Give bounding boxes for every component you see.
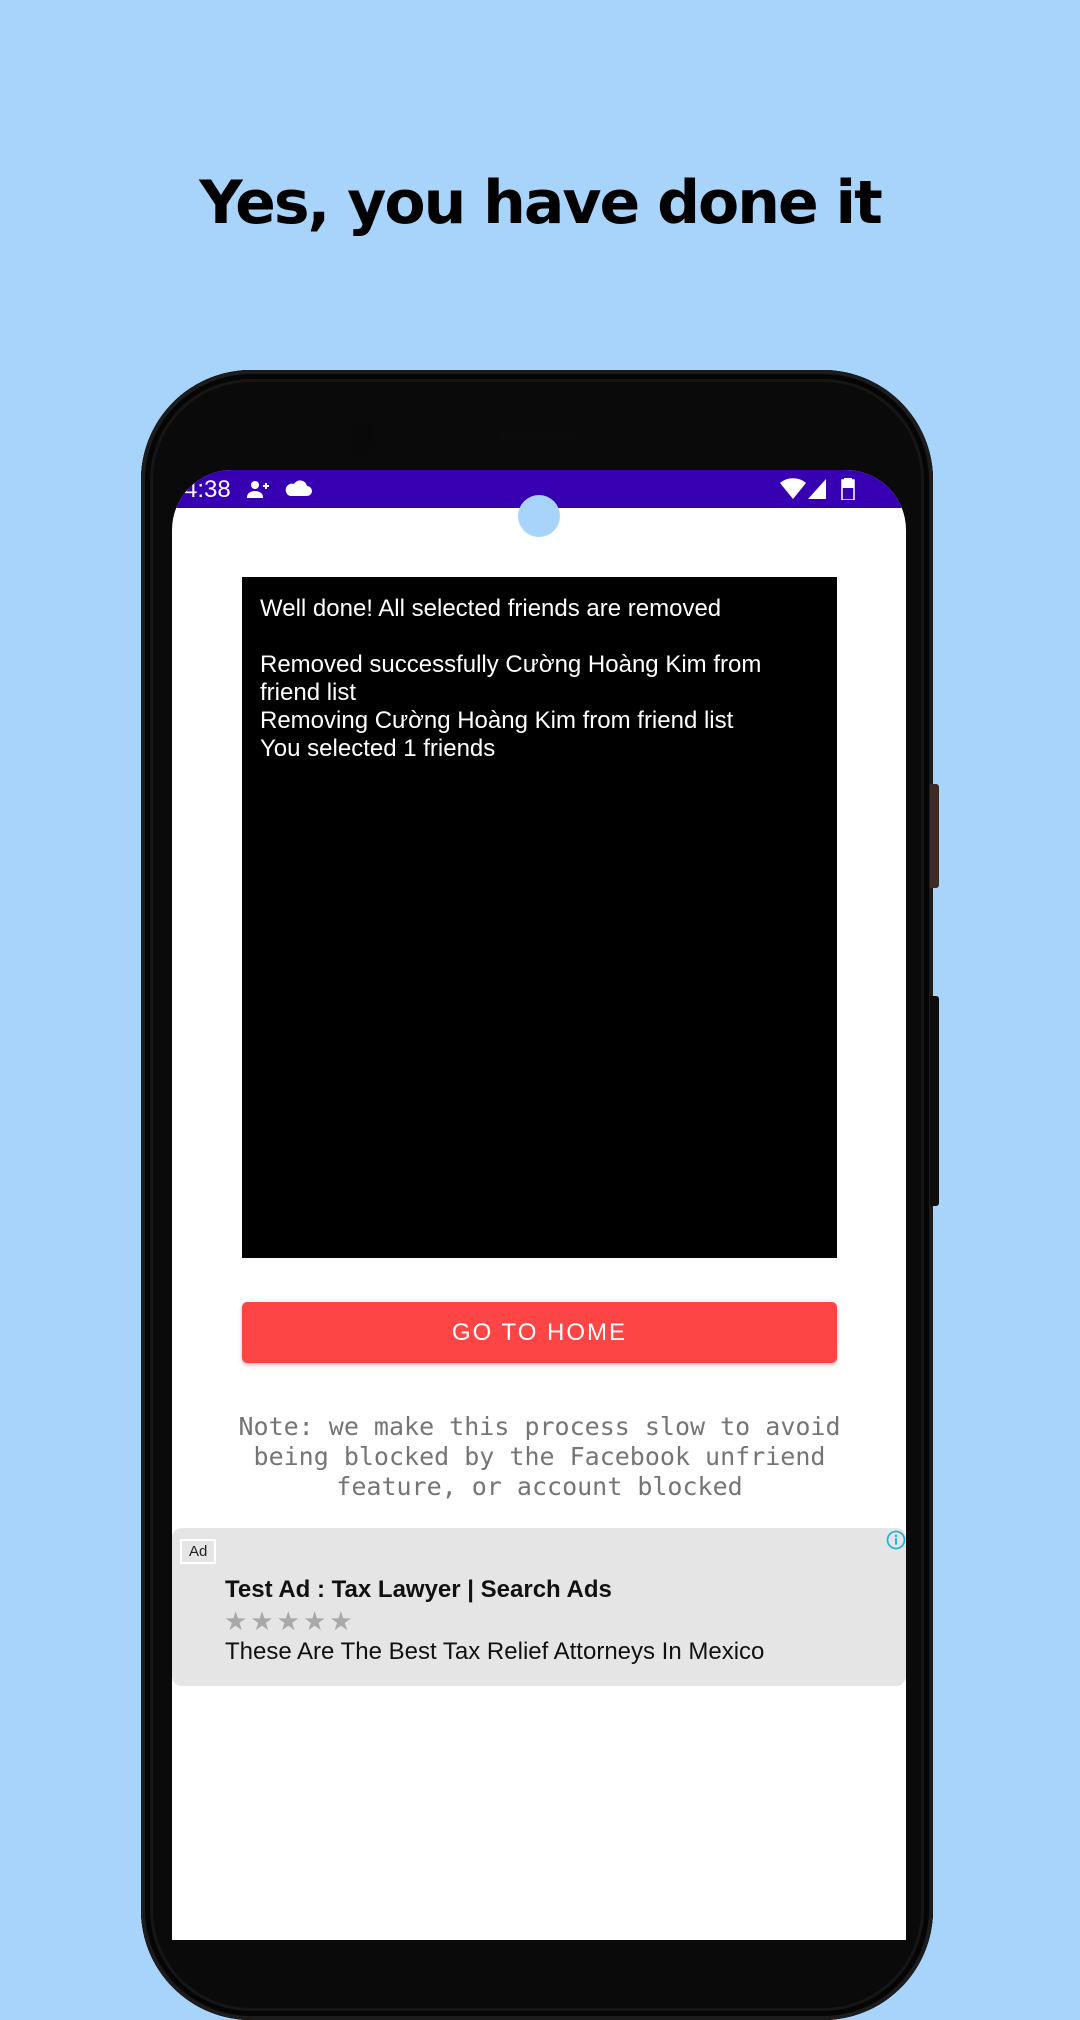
phone-screen: 4:38 Well done! All selected friends are…: [172, 470, 906, 1940]
add-person-icon: [247, 481, 269, 498]
star-icon: ★: [302, 1606, 327, 1636]
ad-badge: Ad: [180, 1539, 217, 1564]
ad-title[interactable]: Test Ad : Tax Lawyer | Search Ads: [225, 1576, 612, 1604]
wifi-icon: [780, 478, 806, 499]
drag-handle-dot[interactable]: [518, 495, 560, 537]
ad-banner[interactable]: Ad Test Ad : Tax Lawyer | Search Ads ★ ★…: [172, 1528, 906, 1686]
earpiece-speaker: [498, 430, 578, 442]
log-output: Well done! All selected friends are remo…: [242, 577, 837, 1258]
status-time: 4:38: [184, 476, 231, 503]
log-line: You selected 1 friends: [260, 735, 496, 762]
star-icon: ★: [250, 1606, 274, 1636]
power-button: [930, 784, 939, 888]
page-headline: Yes, you have done it: [199, 168, 883, 238]
front-camera: [352, 424, 374, 454]
note-text: Note: we make this process slow to avoid…: [238, 1412, 841, 1501]
log-line: Well done! All selected friends are remo…: [260, 595, 722, 622]
star-icon: ★: [224, 1606, 248, 1636]
volume-button: [930, 996, 939, 1206]
go-to-home-button[interactable]: GO TO HOME: [242, 1302, 837, 1363]
info-icon[interactable]: [886, 1530, 906, 1550]
star-icon: ★: [329, 1606, 353, 1636]
log-line: Removed successfully Cường Hoàng Kim fro…: [260, 651, 768, 706]
signal-icon: [808, 479, 826, 499]
ad-description: These Are The Best Tax Relief Attorneys …: [225, 1638, 765, 1665]
ad-rating: ★ ★ ★ ★ ★: [224, 1608, 353, 1634]
cloud-icon: [285, 480, 312, 496]
star-icon: ★: [276, 1606, 300, 1636]
battery-icon: [841, 478, 855, 500]
log-line-blank: [260, 623, 819, 651]
log-line: Removing Cường Hoàng Kim from friend lis…: [260, 707, 734, 734]
